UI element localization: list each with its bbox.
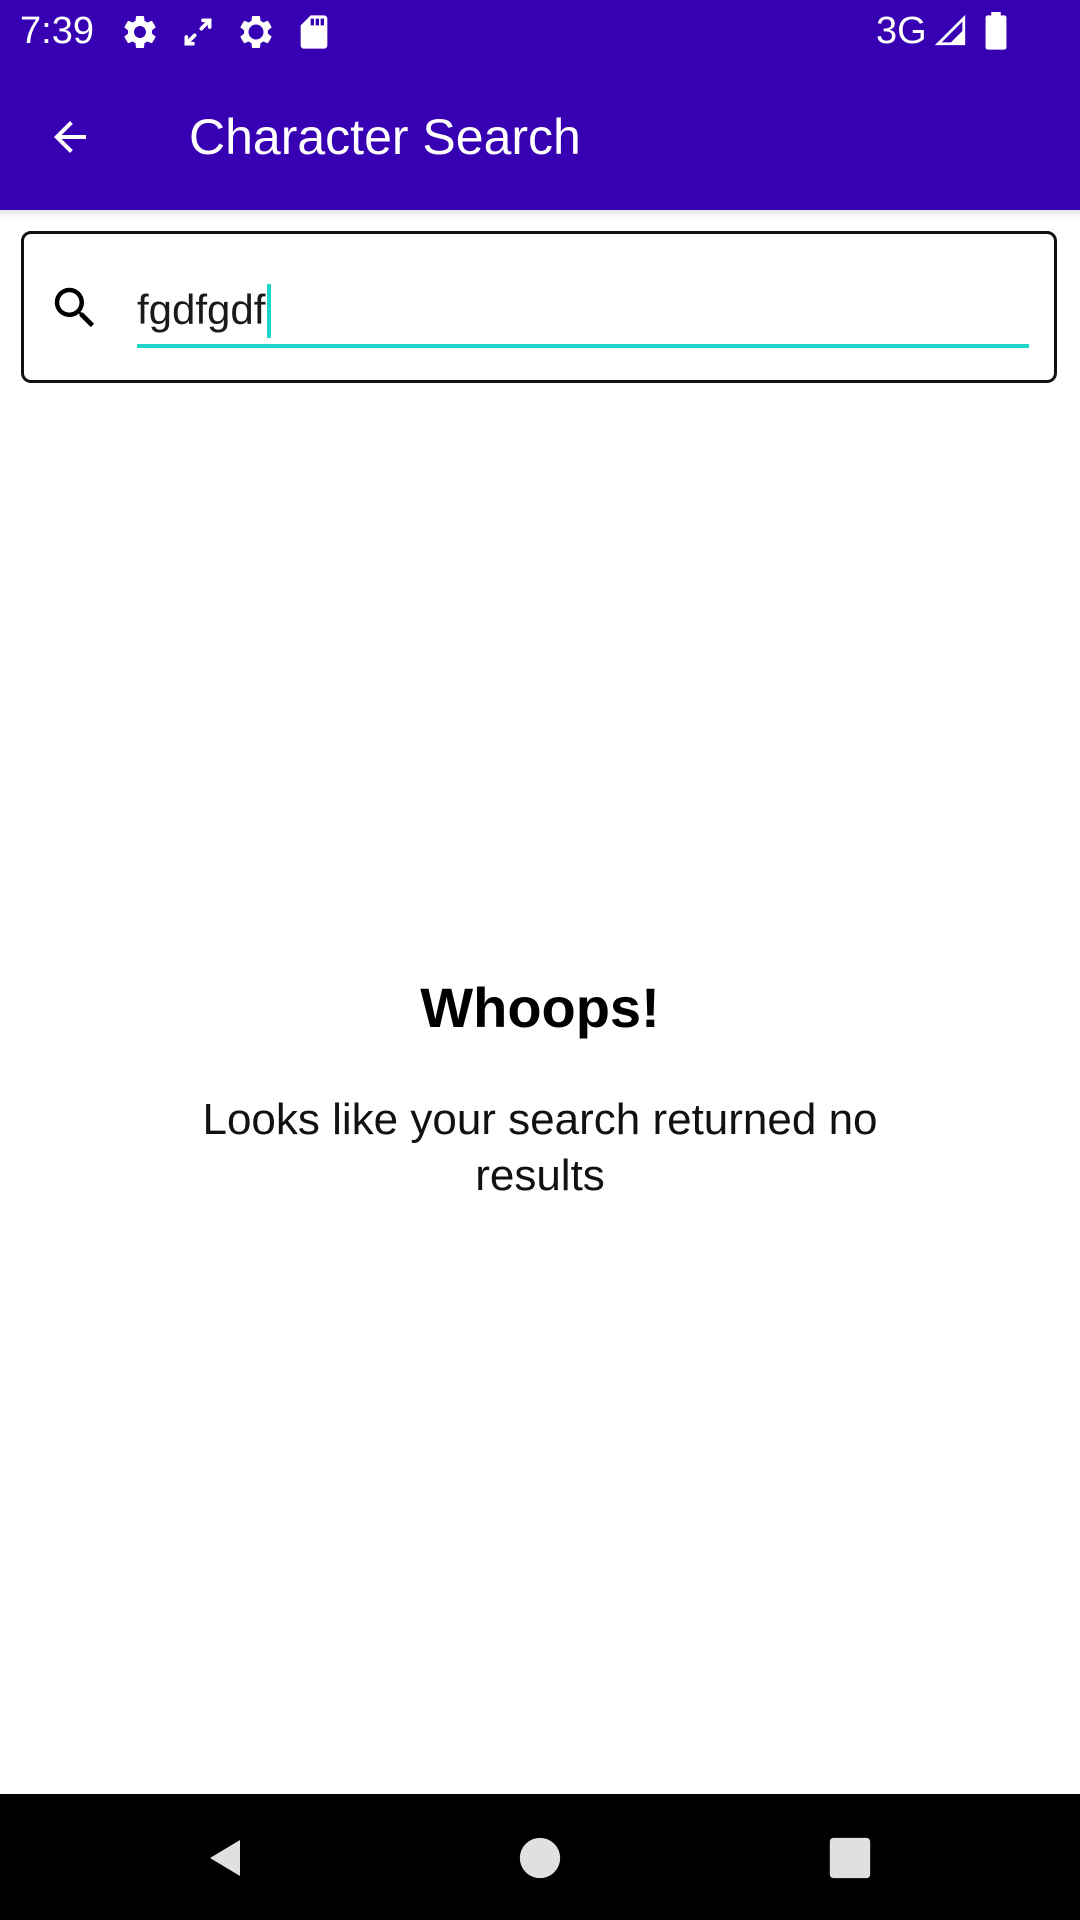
- arrow-back-icon: [54, 121, 86, 153]
- nav-home-button[interactable]: [500, 1818, 580, 1898]
- settings-outline-icon: [240, 15, 272, 48]
- settings-icon: [124, 15, 156, 48]
- nav-back-triangle-icon: [210, 1840, 240, 1876]
- cell-signal-icon: [934, 14, 966, 46]
- empty-state-title: Whoops!: [420, 976, 660, 1039]
- battery-icon: [985, 12, 1007, 50]
- status-bar: 7:39 3G: [0, 0, 1080, 63]
- text-cursor: [267, 284, 271, 338]
- status-time: 7:39: [20, 10, 94, 52]
- system-nav-bar: [0, 1794, 1080, 1920]
- search-input[interactable]: fgdfgdf: [137, 282, 265, 338]
- sync-arrows-icon: [184, 18, 212, 46]
- search-icon: [54, 287, 95, 328]
- back-button[interactable]: [34, 101, 106, 173]
- app-bar: Character Search: [0, 63, 1080, 210]
- empty-state-message: Looks like your search returned no resul…: [202, 1095, 878, 1200]
- nav-recents-square-icon: [829, 1837, 871, 1879]
- network-type: 3G: [876, 10, 927, 52]
- nav-home-circle-icon: [519, 1837, 561, 1879]
- search-box[interactable]: fgdfgdf: [21, 231, 1057, 383]
- screen: 7:39 3G Character Search fgdfgdf Whoops!…: [0, 0, 1080, 1920]
- sd-card-icon: [300, 15, 328, 49]
- nav-recents-button[interactable]: [810, 1818, 890, 1898]
- nav-back-button[interactable]: [186, 1818, 266, 1898]
- app-bar-shadow: [0, 210, 1080, 218]
- search-input-underline: fgdfgdf: [137, 274, 1029, 348]
- page-title: Character Search: [189, 109, 581, 165]
- status-notification-icons: [120, 12, 352, 52]
